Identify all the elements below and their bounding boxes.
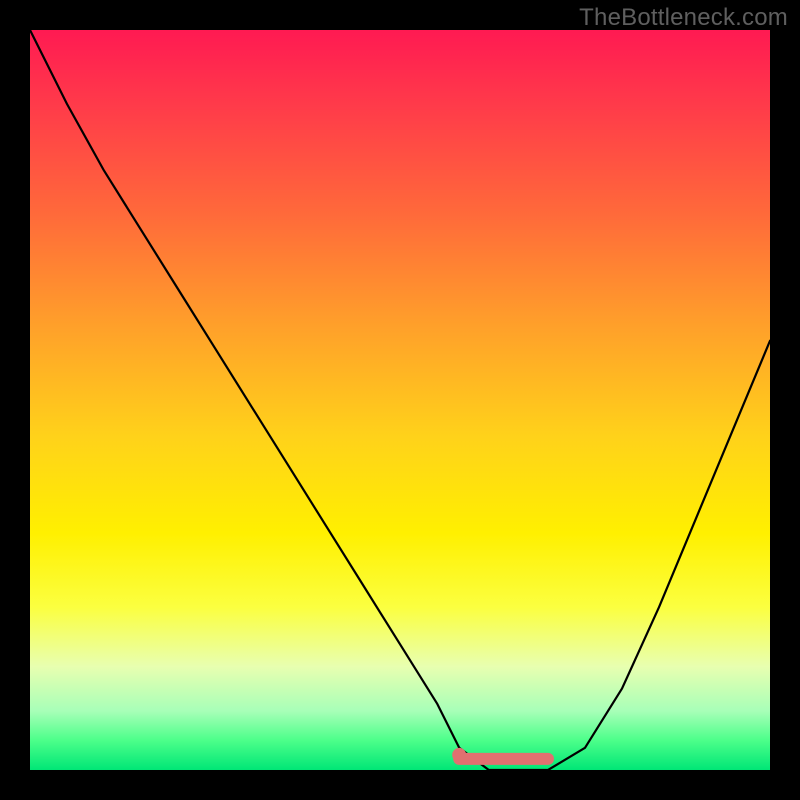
bottleneck-curve [30,30,770,770]
highlight-dot [452,748,466,762]
watermark-text: TheBottleneck.com [579,4,788,32]
chart-overlay [30,30,770,770]
plot-area [30,30,770,770]
chart-frame: TheBottleneck.com [0,0,800,800]
